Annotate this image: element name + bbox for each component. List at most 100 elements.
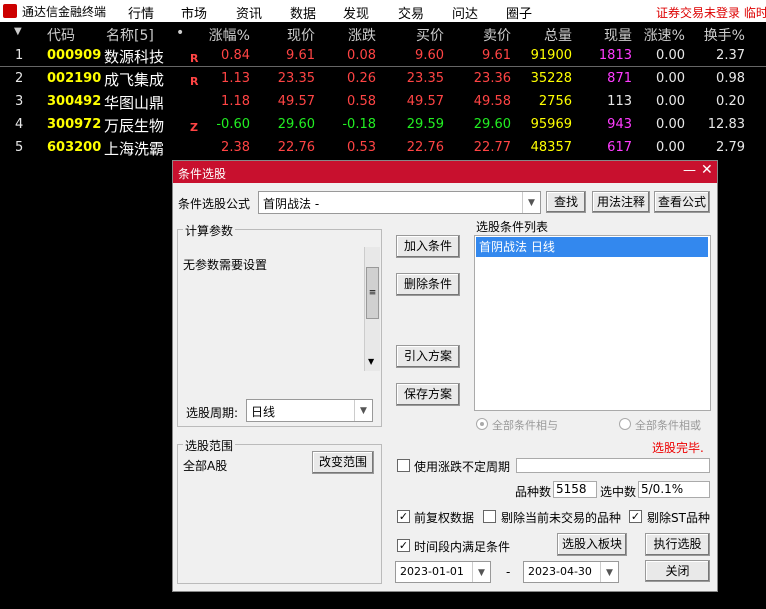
delete-condition-button[interactable]: 删除条件 [396, 273, 460, 296]
col-ask[interactable]: 卖价 [483, 25, 511, 45]
cell-speed: 0.00 [656, 71, 685, 86]
condition-list-item[interactable]: 首阴战法 日线 [476, 237, 708, 257]
remove-untraded-label: 剔除当前未交易的品种 [501, 511, 622, 525]
stock-code[interactable]: 002190 [47, 71, 101, 86]
cell-price: 9.61 [286, 48, 315, 63]
chevron-down-icon[interactable]: ▼ [472, 562, 490, 582]
add-to-block-button[interactable]: 选股入板块 [557, 533, 627, 556]
stock-name[interactable]: 万辰生物 [104, 115, 164, 136]
menu-item-wenda[interactable]: 问达 [452, 3, 478, 22]
cell-speed: 0.00 [656, 117, 685, 132]
col-turnover[interactable]: 换手% [704, 25, 745, 45]
period-satisfy-checkbox[interactable]: ✓ [397, 539, 410, 552]
close-button[interactable]: 关闭 [645, 560, 710, 582]
remove-st-label: 剔除ST品种 [647, 511, 710, 525]
condition-list[interactable]: 首阴战法 日线 [474, 235, 711, 411]
save-plan-button[interactable]: 保存方案 [396, 383, 460, 406]
menu-item-circle[interactable]: 圈子 [506, 3, 532, 22]
params-group-title: 计算参数 [183, 222, 236, 239]
dialog-title: 条件选股 [178, 167, 227, 181]
stock-code[interactable]: 300492 [47, 94, 101, 109]
table-row[interactable]: 3 300492 华图山鼎 1.18 49.57 0.58 49.57 49.58 2756 11… [0, 91, 766, 113]
radio-or[interactable] [619, 418, 631, 430]
scope-value: 全部A股 [183, 459, 228, 473]
stock-code[interactable]: 603200 [47, 140, 101, 155]
col-pct[interactable]: 涨幅% [209, 25, 250, 45]
pre-adjust-checkbox[interactable]: ✓ [397, 510, 410, 523]
radio-and[interactable] [476, 418, 488, 430]
usage-note-button[interactable]: 用法注释 [592, 191, 650, 213]
menu-item-market[interactable]: 市场 [181, 3, 207, 22]
cell-bid: 23.35 [406, 71, 444, 86]
chevron-down-icon[interactable]: ▼ [354, 400, 372, 421]
cell-ask: 29.60 [473, 117, 511, 132]
selected-label: 选中数 [600, 485, 637, 499]
cell-vol: 95969 [530, 117, 572, 132]
dialog-title-bar[interactable]: 条件选股 — ✕ [173, 161, 717, 183]
cell-chg: -0.18 [342, 117, 376, 132]
stock-name[interactable]: 数源科技 [104, 46, 164, 67]
params-scrollbar[interactable]: ≡ ▼ [364, 247, 380, 371]
col-change[interactable]: 涨跌 [348, 25, 376, 45]
stock-name[interactable]: 成飞集成 [104, 69, 164, 90]
close-icon[interactable]: ✕ [701, 162, 713, 178]
unfixed-period-input[interactable] [516, 458, 710, 473]
sort-arrow-icon[interactable]: ▼ [14, 26, 22, 37]
find-button[interactable]: 查找 [546, 191, 586, 213]
cell-cur: 113 [607, 94, 632, 109]
date-to-select[interactable]: 2023-04-30 ▼ [523, 561, 619, 583]
period-select[interactable]: 日线 ▼ [246, 399, 373, 422]
chevron-down-icon[interactable]: ▼ [522, 192, 540, 213]
scroll-down-icon[interactable]: ▼ [368, 357, 374, 366]
change-scope-button[interactable]: 改变范围 [312, 451, 374, 474]
cell-bid: 22.76 [406, 140, 444, 155]
table-row[interactable]: 2 002190 成飞集成 R 1.13 23.35 0.26 23.35 23.36 35228… [0, 68, 766, 90]
date-from-select[interactable]: 2023-01-01 ▼ [395, 561, 491, 583]
unfixed-period-checkbox[interactable] [397, 459, 410, 472]
period-label: 选股周期: [186, 406, 239, 420]
col-current-vol[interactable]: 现量 [604, 25, 632, 45]
cell-pct: -0.60 [216, 117, 250, 132]
login-status[interactable]: 证券交易未登录 临时 [656, 4, 766, 21]
minimize-icon[interactable]: — [683, 163, 696, 178]
stock-code[interactable]: 000909 [47, 48, 101, 63]
remove-st-checkbox[interactable]: ✓ [629, 510, 642, 523]
menu-item-data[interactable]: 数据 [290, 3, 316, 22]
table-row[interactable]: 1 000909 数源科技 R 0.84 9.61 0.08 9.60 9.61 91900 181… [0, 45, 766, 67]
import-plan-button[interactable]: 引入方案 [396, 345, 460, 368]
cell-turn: 12.83 [707, 117, 745, 132]
menu-item-news[interactable]: 资讯 [236, 3, 262, 22]
cell-ask: 9.61 [482, 48, 511, 63]
col-speed[interactable]: 涨速% [644, 25, 685, 45]
view-formula-button[interactable]: 查看公式 [654, 191, 710, 213]
col-price[interactable]: 现价 [287, 25, 315, 45]
col-name[interactable]: 名称[5] [106, 25, 154, 45]
execute-button[interactable]: 执行选股 [645, 533, 710, 556]
col-bid[interactable]: 买价 [416, 25, 444, 45]
period-value: 日线 [251, 405, 276, 419]
col-dot[interactable]: • [176, 25, 184, 41]
add-condition-button[interactable]: 加入条件 [396, 235, 460, 258]
chevron-down-icon[interactable]: ▼ [600, 562, 618, 582]
cell-vol: 48357 [530, 140, 572, 155]
col-volume[interactable]: 总量 [544, 25, 572, 45]
cell-speed: 0.00 [656, 140, 685, 155]
menu-item-quotes[interactable]: 行情 [128, 3, 154, 22]
remove-untraded-checkbox[interactable] [483, 510, 496, 523]
cell-pct: 2.38 [221, 140, 250, 155]
cell-cur: 871 [607, 71, 632, 86]
formula-select[interactable]: 首阴战法 - ▼ [258, 191, 541, 214]
table-row[interactable]: 5 603200 上海洗霸 2.38 22.76 0.53 22.76 22.77 48357 6… [0, 137, 766, 159]
cell-pct: 1.13 [221, 71, 250, 86]
formula-label: 条件选股公式 [178, 197, 251, 211]
table-row[interactable]: 4 300972 万辰生物 Z -0.60 29.60 -0.18 29.59 29.60 959… [0, 114, 766, 136]
scroll-thumb[interactable]: ≡ [366, 267, 379, 319]
stock-code[interactable]: 300972 [47, 117, 101, 132]
menu-item-trade[interactable]: 交易 [398, 3, 424, 22]
stock-name[interactable]: 上海洗霸 [104, 138, 164, 159]
row-index: 3 [15, 94, 24, 109]
stock-name[interactable]: 华图山鼎 [104, 92, 164, 113]
col-code[interactable]: 代码 [47, 25, 75, 45]
menu-item-discover[interactable]: 发现 [343, 3, 369, 22]
row-flag: R [190, 52, 199, 65]
